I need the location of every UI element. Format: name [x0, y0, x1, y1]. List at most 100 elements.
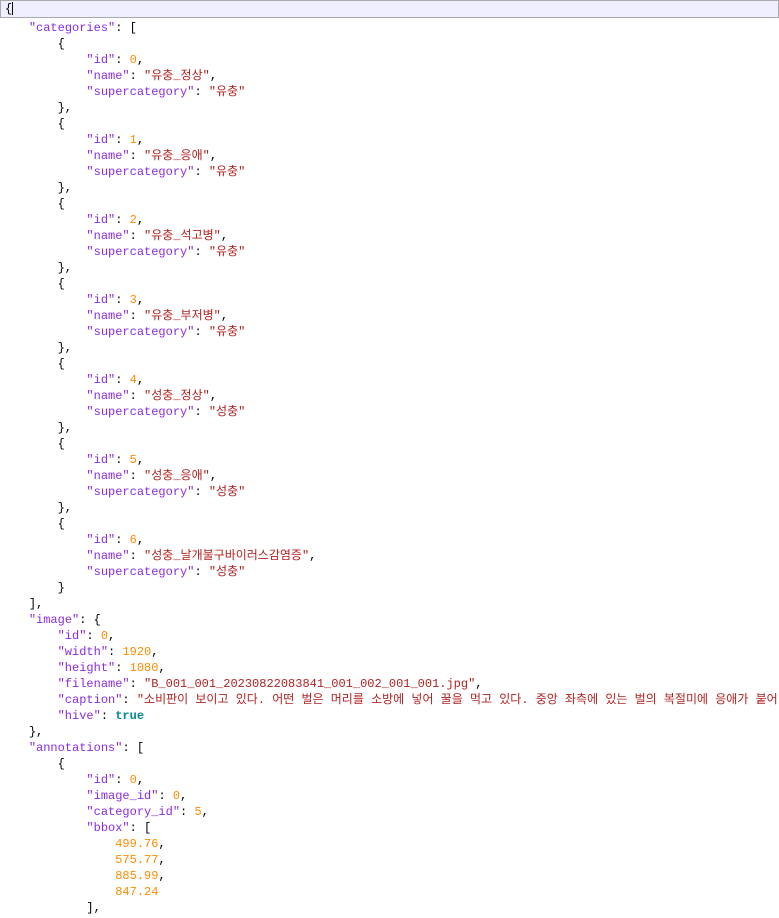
json-string: "소비판이 보이고 있다. 어떤 벌은 머리를 소방에 넣어 꿀을 먹고 있다.… — [137, 693, 779, 707]
json-key: "id" — [86, 533, 115, 547]
json-key: "id" — [86, 773, 115, 787]
json-punct: , — [210, 149, 217, 163]
json-punct: { — [58, 37, 65, 51]
json-punct: : — [101, 709, 115, 723]
json-string: "성충_정상" — [144, 389, 210, 403]
code-line: "image": { — [0, 612, 779, 628]
code-editor-body[interactable]: "categories": [ { "id": 0, "name": "유충_정… — [0, 18, 779, 918]
json-string: "유충_석고병" — [144, 229, 221, 243]
json-punct: : { — [79, 613, 101, 627]
json-punct: , — [158, 869, 165, 883]
json-punct: , — [137, 133, 144, 147]
json-punct: : — [194, 405, 208, 419]
json-punct: , — [158, 661, 165, 675]
json-string: "성충_응애" — [144, 469, 210, 483]
json-punct: : — [115, 133, 129, 147]
json-punct: : — [115, 661, 129, 675]
json-key: "id" — [86, 53, 115, 67]
code-line: "id": 0, — [0, 772, 779, 788]
code-line: { — [0, 36, 779, 52]
json-punct: : — [130, 389, 144, 403]
code-line: "category_id": 5, — [0, 804, 779, 820]
json-key: "supercategory" — [86, 85, 194, 99]
json-number: 5 — [130, 453, 137, 467]
code-line: { — [0, 356, 779, 372]
code-line: "supercategory": "유충" — [0, 244, 779, 260]
json-punct: , — [137, 453, 144, 467]
json-punct: }, — [58, 341, 72, 355]
json-punct: : — [130, 309, 144, 323]
code-line: ], — [0, 900, 779, 916]
json-number: 1920 — [122, 645, 151, 659]
json-number: 4 — [130, 373, 137, 387]
code-line: "name": "성충_정상", — [0, 388, 779, 404]
json-key: "annotations" — [29, 741, 123, 755]
json-punct: , — [221, 229, 228, 243]
code-line: "hive": true — [0, 708, 779, 724]
code-line: 575.77, — [0, 852, 779, 868]
code-line: "name": "유충_정상", — [0, 68, 779, 84]
json-key: "id" — [58, 629, 87, 643]
json-punct: , — [108, 629, 115, 643]
json-number: 575.77 — [115, 853, 158, 867]
json-punct: }, — [58, 261, 72, 275]
json-punct: : — [130, 549, 144, 563]
json-key: "supercategory" — [86, 165, 194, 179]
code-line: "filename": "B_001_001_20230822083841_00… — [0, 676, 779, 692]
json-string: "유충" — [209, 245, 245, 259]
code-line: "supercategory": "성충" — [0, 404, 779, 420]
code-line: } — [0, 580, 779, 596]
code-line: "annotations": [ — [0, 740, 779, 756]
code-line: "id": 0, — [0, 52, 779, 68]
json-string: "유충" — [209, 85, 245, 99]
json-punct: : — [108, 645, 122, 659]
json-key: "supercategory" — [86, 485, 194, 499]
code-line: "image_id": 0, — [0, 788, 779, 804]
json-punct: , — [158, 853, 165, 867]
json-number: 499.76 — [115, 837, 158, 851]
code-line: "name": "유충_부저병", — [0, 308, 779, 324]
json-punct: { — [58, 357, 65, 371]
json-number: 1080 — [130, 661, 159, 675]
brace-open: { — [5, 2, 12, 16]
code-line: "supercategory": "성충" — [0, 484, 779, 500]
json-key: "supercategory" — [86, 565, 194, 579]
json-punct: , — [137, 373, 144, 387]
json-punct: : — [115, 293, 129, 307]
json-true: true — [115, 709, 144, 723]
json-number: 2 — [130, 213, 137, 227]
json-punct: , — [137, 53, 144, 67]
code-line: { — [0, 276, 779, 292]
json-punct: , — [137, 293, 144, 307]
code-line: "categories": [ — [0, 20, 779, 36]
json-punct: , — [202, 805, 209, 819]
json-punct: }, — [58, 421, 72, 435]
json-number: 0 — [173, 789, 180, 803]
json-punct: : — [130, 469, 144, 483]
code-line: "name": "성충_날개불구바이러스감염증", — [0, 548, 779, 564]
json-key: "hive" — [58, 709, 101, 723]
json-punct: { — [58, 517, 65, 531]
code-line: }, — [0, 260, 779, 276]
json-punct: : — [86, 629, 100, 643]
json-punct: } — [58, 581, 65, 595]
code-line: "supercategory": "유충" — [0, 164, 779, 180]
json-punct: : — [115, 453, 129, 467]
code-line: 499.76, — [0, 836, 779, 852]
json-key: "caption" — [58, 693, 123, 707]
json-punct: { — [58, 277, 65, 291]
editor-current-line[interactable]: { — [0, 0, 779, 18]
json-punct: : — [130, 677, 144, 691]
code-line: "id": 0, — [0, 628, 779, 644]
json-key: "name" — [86, 469, 129, 483]
json-punct: : — [115, 53, 129, 67]
json-key: "supercategory" — [86, 325, 194, 339]
code-line: "id": 5, — [0, 452, 779, 468]
json-string: "성충" — [209, 405, 245, 419]
json-key: "name" — [86, 389, 129, 403]
json-punct: : — [115, 373, 129, 387]
json-punct: , — [151, 645, 158, 659]
code-line: { — [0, 516, 779, 532]
json-key: "id" — [86, 373, 115, 387]
json-string: "성충" — [209, 565, 245, 579]
